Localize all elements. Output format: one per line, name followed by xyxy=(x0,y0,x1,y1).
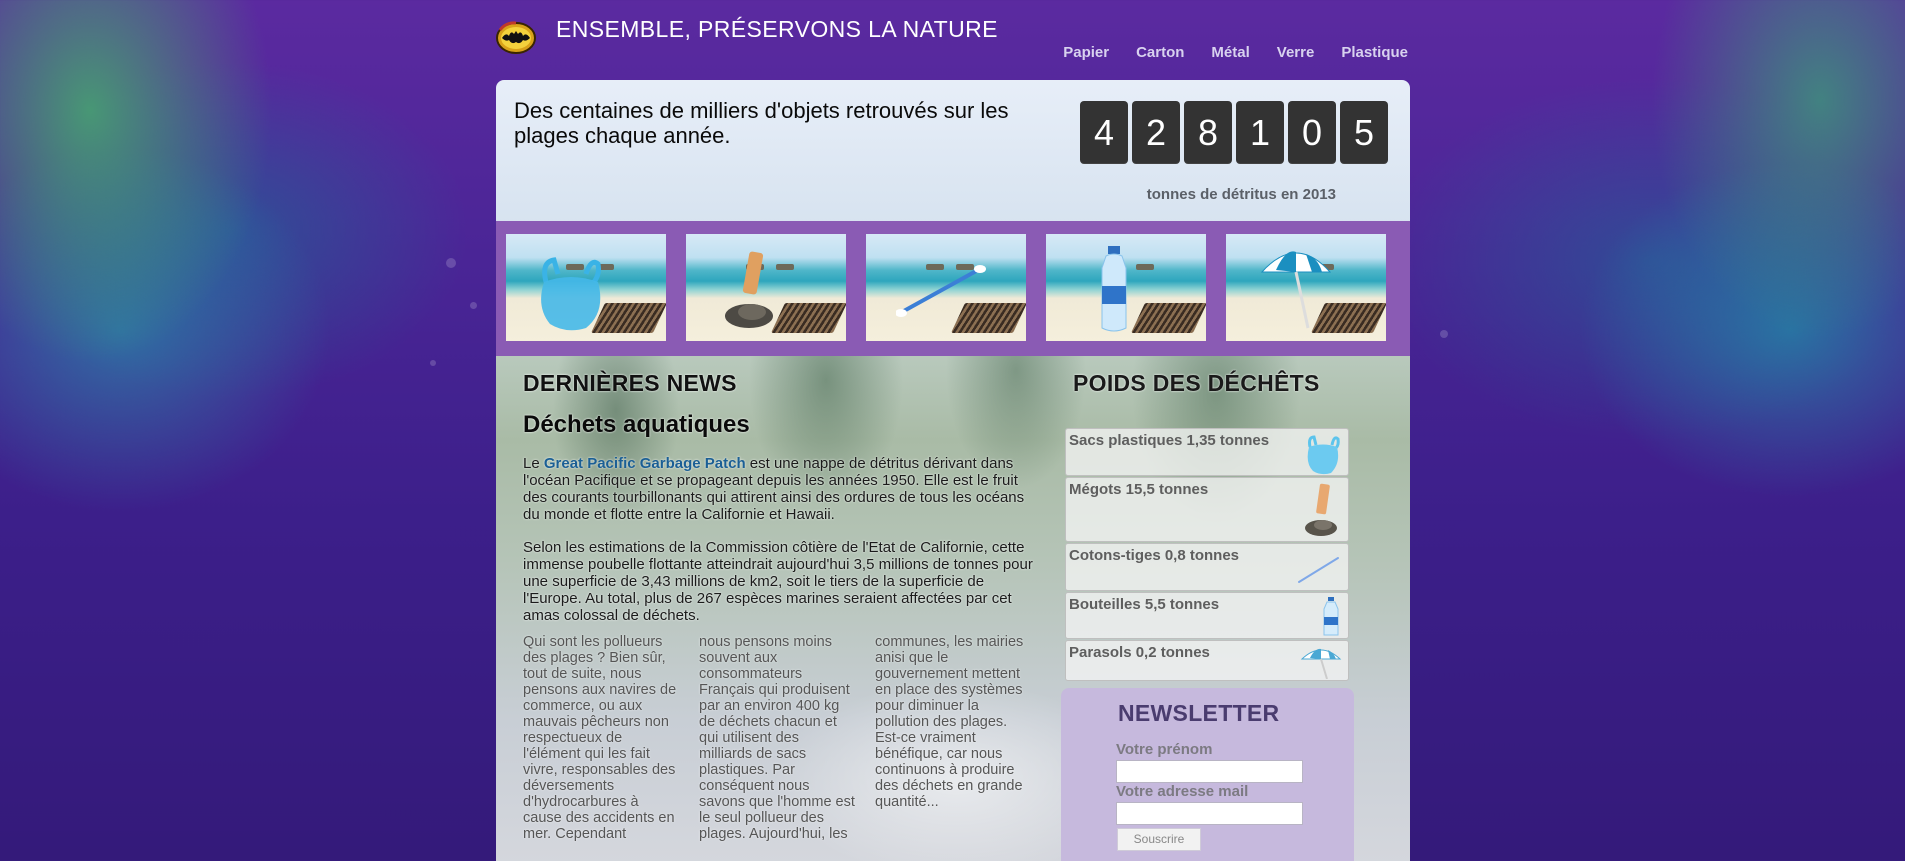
weight-item-bottles[interactable]: Bouteilles 5,5 tonnes xyxy=(1065,592,1349,639)
gallery-image-plastic-bag[interactable] xyxy=(506,234,666,341)
water-bottle-icon xyxy=(1101,246,1127,332)
background-dot xyxy=(446,258,456,268)
article-column-1: Qui sont les pollueurs des plages ? Bien… xyxy=(523,634,677,842)
weight-label: Cotons-tiges 0,8 tonnes xyxy=(1069,547,1240,564)
gallery-image-parasol[interactable] xyxy=(1226,234,1386,341)
image-gallery xyxy=(496,221,1410,356)
weight-item-cotton-swabs[interactable]: Cotons-tiges 0,8 tonnes xyxy=(1065,543,1349,591)
gallery-image-cigarette-butt[interactable] xyxy=(686,234,846,341)
hero-section: Des centaines de milliers d'objets retro… xyxy=(496,80,1410,221)
nav-papier[interactable]: Papier xyxy=(1063,44,1109,61)
background-dot xyxy=(470,302,477,309)
email-input[interactable] xyxy=(1116,802,1303,825)
gallery-image-water-bottle[interactable] xyxy=(1046,234,1206,341)
weight-label: Parasols 0,2 tonnes xyxy=(1069,644,1210,661)
weight-item-cigarette-butts[interactable]: Mégots 15,5 tonnes xyxy=(1065,477,1349,542)
counter-digit: 8 xyxy=(1184,101,1232,164)
bottle-icon xyxy=(1323,597,1339,636)
nav-verre[interactable]: Verre xyxy=(1277,44,1315,61)
main-container: Des centaines de milliers d'objets retro… xyxy=(496,80,1410,861)
counter-digit: 2 xyxy=(1132,101,1180,164)
firstname-input[interactable] xyxy=(1116,760,1303,783)
nav-carton[interactable]: Carton xyxy=(1136,44,1184,61)
article-paragraph-1: Le Great Pacific Garbage Patch est une n… xyxy=(523,455,1025,523)
plastic-bag-icon xyxy=(541,257,601,331)
weight-label: Bouteilles 5,5 tonnes xyxy=(1069,596,1220,613)
weight-label: Sacs plastiques 1,35 tonnes xyxy=(1069,432,1270,449)
nav-metal[interactable]: Métal xyxy=(1211,44,1249,61)
article-columns: Qui sont les pollueurs des plages ? Bien… xyxy=(523,634,1033,842)
article-title: Déchets aquatiques xyxy=(523,411,750,438)
cotton-swab-icon xyxy=(896,265,986,317)
hero-text: Des centaines de milliers d'objets retro… xyxy=(514,98,1009,148)
article-column-2: nous pensons moins souvent aux consommat… xyxy=(699,634,855,842)
weight-item-parasols[interactable]: Parasols 0,2 tonnes xyxy=(1065,640,1349,681)
counter-digit: 0 xyxy=(1288,101,1336,164)
cigarette-butt-icon xyxy=(1305,483,1337,536)
counter-caption: tonnes de détritus en 2013 xyxy=(1146,186,1336,203)
article-column-3: communes, les mairies anisi que le gouve… xyxy=(875,634,1024,810)
parasol-icon xyxy=(1300,648,1342,679)
main-nav: Papier Carton Métal Verre Plastique xyxy=(1063,44,1408,61)
waste-counter: 4 2 8 1 0 5 xyxy=(1080,101,1388,164)
site-header: ENSEMBLE, PRÉSERVONS LA NATURE Papier Ca… xyxy=(496,14,1410,74)
firstname-label: Votre prénom xyxy=(1116,741,1213,758)
waste-weights-title: POIDS DES DÉCHÊTS xyxy=(1073,370,1320,396)
plastic-bag-icon xyxy=(1307,435,1340,475)
weight-item-plastic-bags[interactable]: Sacs plastiques 1,35 tonnes xyxy=(1065,428,1349,476)
news-section: DERNIÈRES NEWS Déchets aquatiques Le Gre… xyxy=(523,370,1033,842)
subscribe-button[interactable]: Souscrire xyxy=(1117,828,1201,851)
newsletter-title: NEWSLETTER xyxy=(1118,700,1280,726)
parasol-icon xyxy=(1260,251,1332,329)
garbage-patch-link[interactable]: Great Pacific Garbage Patch xyxy=(544,455,746,472)
gallery-image-cotton-swab[interactable] xyxy=(866,234,1026,341)
counter-digit: 1 xyxy=(1236,101,1284,164)
email-label: Votre adresse mail xyxy=(1116,783,1249,800)
background-dot xyxy=(1440,330,1448,338)
news-heading: DERNIÈRES NEWS xyxy=(523,370,737,396)
background-dot xyxy=(430,360,436,366)
weight-label: Mégots 15,5 tonnes xyxy=(1069,481,1209,498)
waste-weights-list: Sacs plastiques 1,35 tonnes Mégots 15,5 … xyxy=(1065,428,1349,682)
cotton-swab-icon xyxy=(1298,557,1339,583)
cigarette-butt-icon xyxy=(725,251,773,328)
bat-logo-icon[interactable] xyxy=(496,18,536,58)
counter-digit: 5 xyxy=(1340,101,1388,164)
site-title: ENSEMBLE, PRÉSERVONS LA NATURE xyxy=(556,16,998,42)
article-paragraph-2: Selon les estimations de la Commission c… xyxy=(523,539,1033,624)
newsletter-box: NEWSLETTER Votre prénom Votre adresse ma… xyxy=(1061,688,1354,861)
nav-plastique[interactable]: Plastique xyxy=(1341,44,1408,61)
counter-digit: 4 xyxy=(1080,101,1128,164)
